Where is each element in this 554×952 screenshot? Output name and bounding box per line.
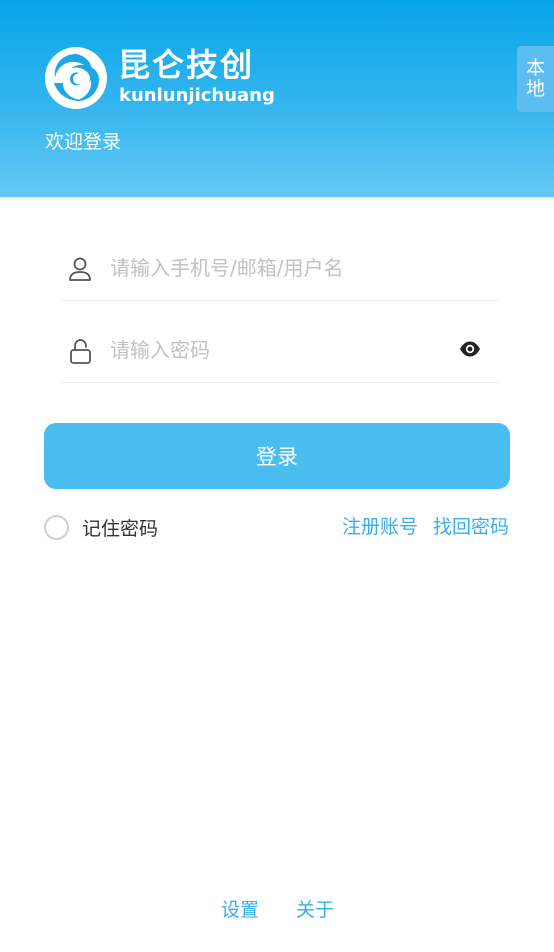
local-mode-tab[interactable]: 本 地 (517, 46, 554, 112)
eye-icon[interactable] (458, 338, 482, 360)
swirl-logo-icon (45, 47, 107, 109)
password-input[interactable] (110, 332, 440, 368)
settings-link[interactable]: 设置 (221, 897, 259, 923)
brand-name-chinese: 昆仑技创 (118, 46, 255, 84)
user-icon (69, 257, 91, 281)
brand-logo: 昆仑技创 kunlunjichuang (44, 45, 275, 115)
local-tab-char-2: 地 (525, 78, 545, 100)
login-button[interactable]: 登录 (44, 423, 510, 489)
remember-password-label: 记住密码 (82, 517, 159, 540)
username-field (62, 244, 498, 301)
login-header: 昆仑技创 kunlunjichuang 欢迎登录 本 地 (0, 0, 554, 197)
welcome-text: 欢迎登录 (45, 131, 122, 153)
remember-password-radio[interactable] (44, 514, 69, 540)
brand-name-pinyin: kunlunjichuang (119, 85, 275, 106)
password-field (62, 326, 498, 383)
remember-password-toggle[interactable]: 记住密码 (44, 514, 158, 540)
about-link[interactable]: 关于 (296, 897, 334, 923)
username-input[interactable] (110, 250, 440, 286)
local-tab-char-1: 本 (525, 57, 545, 79)
lock-icon (70, 339, 91, 364)
forgot-password-link[interactable]: 找回密码 (433, 514, 509, 540)
register-account-link[interactable]: 注册账号 (342, 514, 418, 540)
